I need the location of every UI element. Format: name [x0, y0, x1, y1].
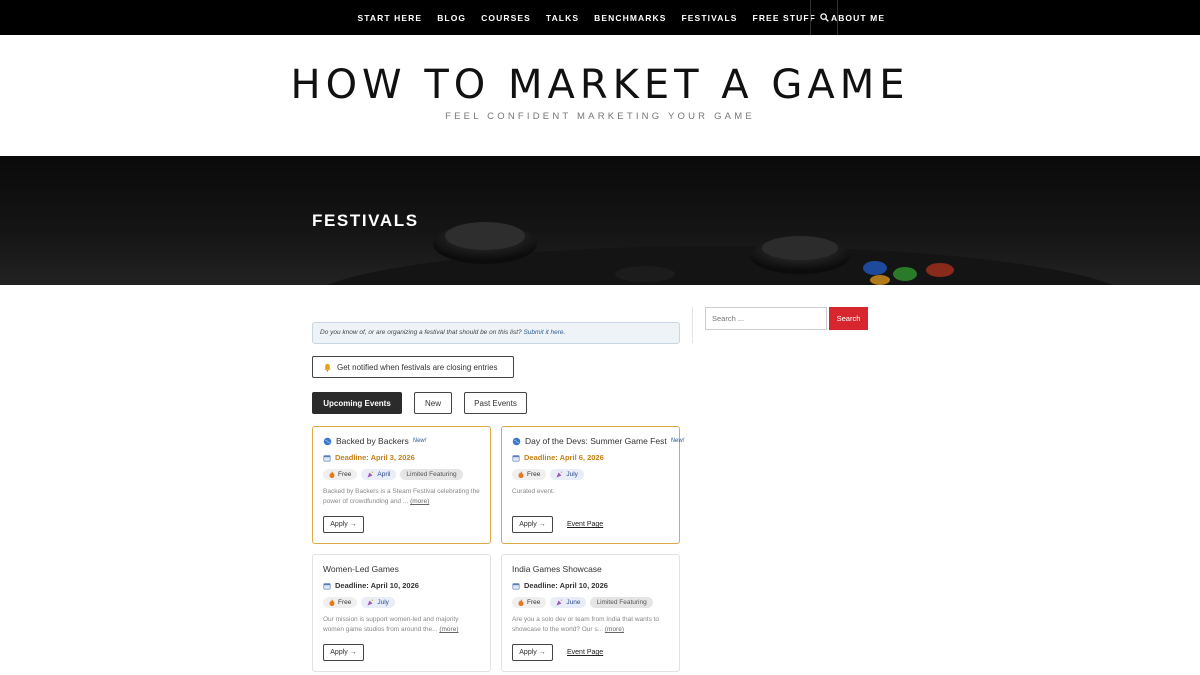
nav-item-festivals[interactable]: FESTIVALS — [682, 13, 738, 23]
sidebar-divider — [692, 307, 693, 343]
tab-new[interactable]: New — [414, 392, 452, 414]
nav-item-benchmarks[interactable]: BENCHMARKS — [594, 13, 666, 23]
month-pill: June — [550, 597, 587, 608]
site-title[interactable]: HOW TO MARKET A GAME — [0, 62, 1200, 108]
festival-description: Are you a solo dev or team from India th… — [512, 616, 660, 633]
festival-card: India Games Showcase Deadline: April 10,… — [501, 554, 680, 672]
festival-card: Backed by Backers New! Deadline: April 3… — [312, 426, 491, 544]
month-pill: July — [361, 597, 395, 608]
new-badge: New! — [412, 438, 427, 444]
free-pill: Free — [323, 469, 358, 480]
more-link[interactable]: (more) — [605, 626, 624, 633]
tab-upcoming-events[interactable]: Upcoming Events — [312, 392, 402, 414]
apply-button[interactable]: Apply → — [323, 644, 364, 661]
event-tabs: Upcoming Events New Past Events — [312, 392, 527, 414]
festival-deadline: Deadline: April 10, 2026 — [524, 581, 608, 590]
calendar-icon — [323, 582, 331, 590]
sidebar-search-button[interactable]: Search — [829, 307, 868, 330]
submit-notice: Do you know of, or are organizing a fest… — [312, 322, 680, 344]
event-page-link[interactable]: Event Page — [567, 649, 603, 656]
nav-item-start-here[interactable]: START HERE — [358, 13, 423, 23]
festival-deadline: Deadline: April 6, 2026 — [524, 453, 604, 462]
free-pill: Free — [323, 597, 358, 608]
notice-text: Do you know of, or are organizing a fest… — [320, 329, 522, 336]
fire-icon — [329, 471, 335, 478]
party-icon — [367, 471, 374, 478]
party-icon — [367, 599, 374, 606]
festival-card: Women-Led Games Deadline: April 10, 2026… — [312, 554, 491, 672]
festival-description: Curated event. — [512, 488, 555, 495]
fire-icon — [518, 471, 524, 478]
month-pill: April — [361, 469, 397, 480]
sidebar-search-input[interactable] — [705, 307, 827, 330]
apply-button[interactable]: Apply → — [512, 644, 553, 661]
tab-past-events[interactable]: Past Events — [464, 392, 527, 414]
nav-item-courses[interactable]: COURSES — [481, 13, 531, 23]
month-pill: July — [550, 469, 584, 480]
fire-icon — [518, 599, 524, 606]
globe-icon — [323, 437, 332, 445]
festival-name[interactable]: India Games Showcase — [512, 564, 602, 574]
limited-featuring-pill: Limited Featuring — [590, 597, 653, 608]
calendar-icon — [512, 454, 520, 462]
submit-link[interactable]: Submit it here. — [523, 329, 565, 336]
hero-banner: FESTIVALS — [0, 156, 1200, 285]
limited-featuring-pill: Limited Featuring — [400, 469, 463, 480]
event-page-link[interactable]: Event Page — [567, 521, 603, 528]
calendar-icon — [323, 454, 331, 462]
nav-item-free-stuff[interactable]: FREE STUFF — [753, 13, 816, 23]
globe-icon — [512, 437, 521, 445]
party-icon — [556, 599, 563, 606]
page-title: FESTIVALS — [312, 211, 419, 230]
free-pill: Free — [512, 597, 547, 608]
more-link[interactable]: (more) — [410, 498, 429, 505]
more-link[interactable]: (more) — [439, 626, 458, 633]
site-tagline: FEEL CONFIDENT MARKETING YOUR GAME — [445, 111, 755, 122]
festival-card: Day of the Devs: Summer Game Fest New! D… — [501, 426, 684, 544]
nav-item-talks[interactable]: TALKS — [546, 13, 579, 23]
top-nav: START HERE BLOG COURSES TALKS BENCHMARKS… — [0, 0, 1200, 35]
festival-description: Our mission is support women-led and maj… — [323, 616, 459, 633]
festival-deadline: Deadline: April 10, 2026 — [335, 581, 419, 590]
search-icon — [819, 13, 829, 22]
notify-button[interactable]: Get notified when festivals are closing … — [312, 356, 514, 378]
party-icon — [556, 471, 563, 478]
nav-search-button[interactable] — [810, 0, 838, 35]
bell-icon — [324, 363, 331, 372]
new-badge: New! — [670, 438, 685, 444]
nav-item-about-me[interactable]: ABOUT ME — [831, 13, 885, 23]
festival-deadline: Deadline: April 3, 2026 — [335, 453, 415, 462]
nav-item-blog[interactable]: BLOG — [437, 13, 466, 23]
gamepad-image — [326, 222, 1114, 285]
festival-description: Backed by Backers is a Steam Festival ce… — [323, 488, 480, 505]
apply-button[interactable]: Apply → — [512, 516, 553, 533]
notify-label: Get notified when festivals are closing … — [337, 362, 498, 372]
free-pill: Free — [512, 469, 547, 480]
festival-name[interactable]: Day of the Devs: Summer Game Fest — [525, 436, 667, 446]
apply-button[interactable]: Apply → — [323, 516, 364, 533]
calendar-icon — [512, 582, 520, 590]
festival-name[interactable]: Backed by Backers — [336, 436, 409, 446]
fire-icon — [329, 599, 335, 606]
festival-name[interactable]: Women-Led Games — [323, 564, 399, 574]
